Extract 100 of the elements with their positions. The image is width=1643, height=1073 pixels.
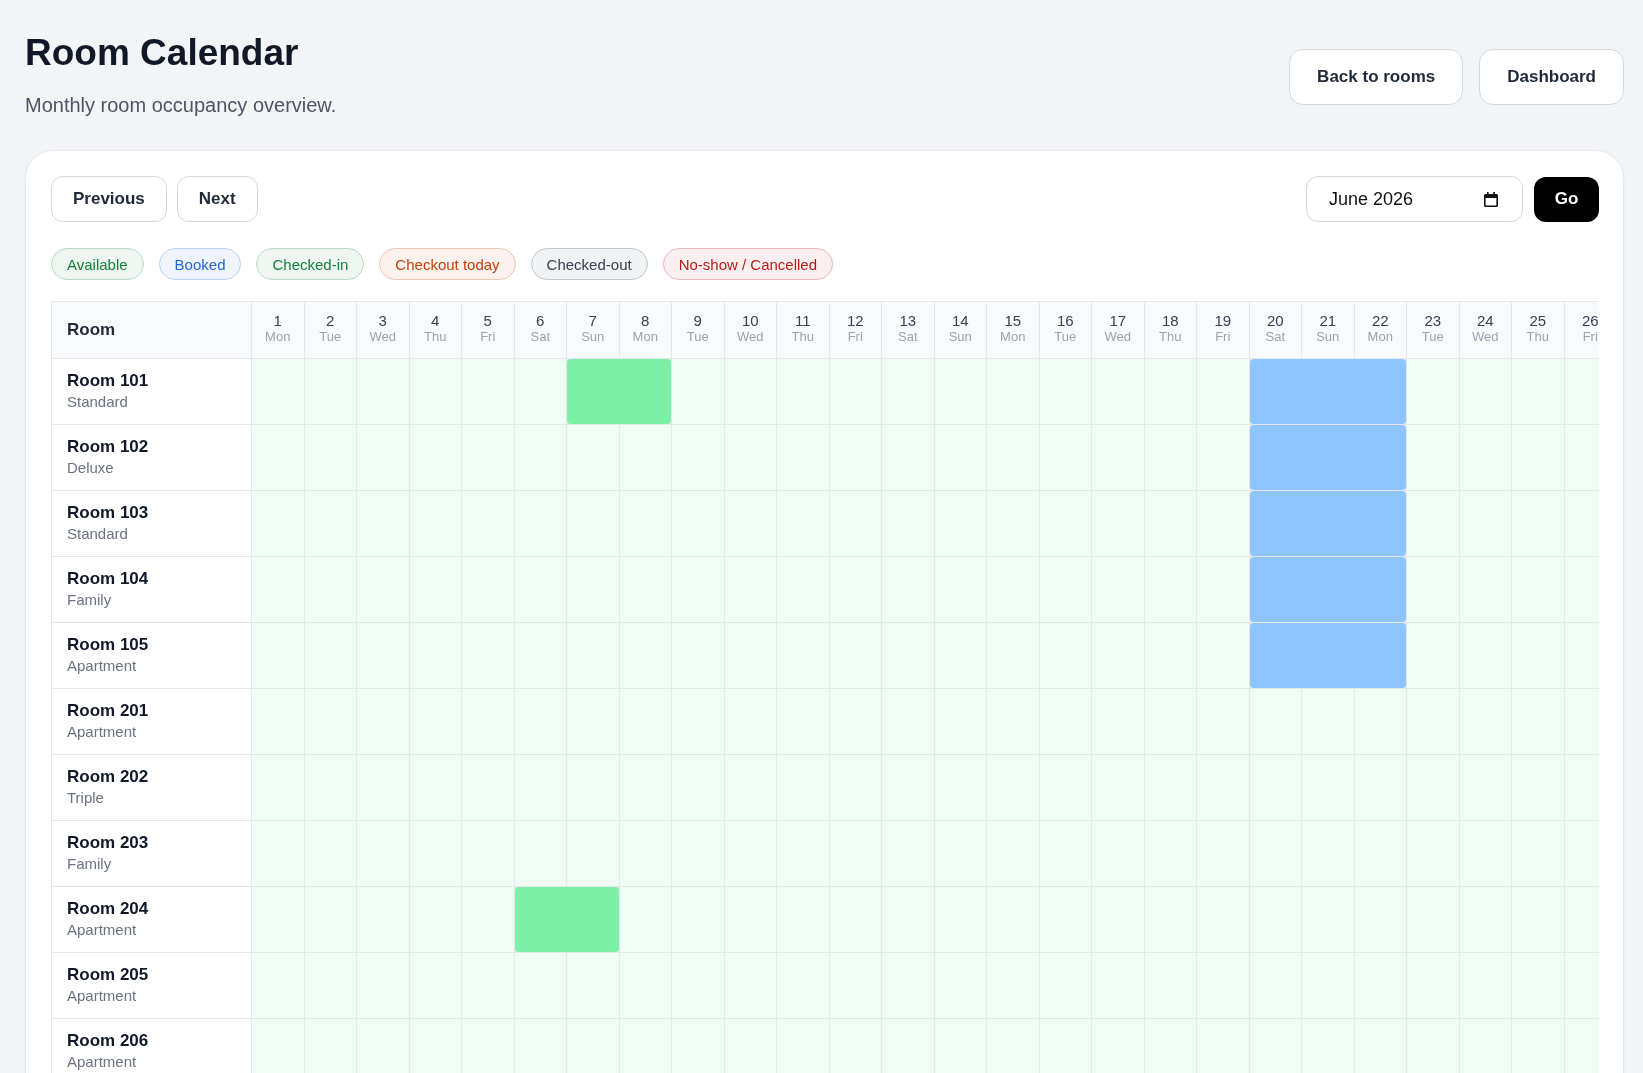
weekday-label: Wed: [1104, 328, 1131, 345]
day-cell: [1197, 491, 1249, 556]
weekday-label: Wed: [1472, 328, 1499, 345]
day-number: 21: [1319, 311, 1337, 329]
day-number: 2: [326, 311, 335, 329]
header-button[interactable]: Back to rooms: [1289, 49, 1464, 105]
room-type: Apartment: [67, 919, 138, 940]
column-header: Room: [52, 302, 251, 358]
weekday-label: Thu: [424, 328, 447, 345]
weekday-label: Fri: [1582, 328, 1598, 345]
room-type: Family: [67, 589, 113, 610]
day-number: 12: [846, 311, 864, 329]
room-type: Apartment: [67, 721, 138, 742]
room-name: Room 205: [67, 963, 150, 986]
weekday-label: Sat: [1265, 328, 1285, 345]
weekday-label: Wed: [737, 328, 764, 345]
weekday-label: Thu: [791, 328, 814, 345]
weekday-label: Fri: [1215, 328, 1231, 345]
weekday-label: Thu: [1159, 328, 1182, 345]
day-number: 26: [1581, 311, 1599, 329]
day-cell: [252, 821, 304, 886]
weekday-label: Tue: [686, 328, 709, 345]
calendar-icon[interactable]: [1484, 191, 1498, 207]
day-cell: [1407, 557, 1459, 622]
day-cell: [1407, 623, 1459, 688]
day-number: 4: [431, 311, 440, 329]
room-name: Room 202: [67, 765, 150, 788]
weekday-label: Sun: [1316, 328, 1340, 345]
day-number: 24: [1476, 311, 1494, 329]
day-number: 7: [588, 311, 597, 329]
room-type: Apartment: [67, 1051, 138, 1072]
day-cell: [1354, 689, 1406, 754]
room-name: Room 201: [67, 699, 150, 722]
day-number: 23: [1424, 311, 1442, 329]
day-cell: [1197, 623, 1249, 688]
day-number: 19: [1214, 311, 1232, 329]
day-cell: [462, 887, 514, 952]
weekday-label: Thu: [1526, 328, 1549, 345]
room-type: Apartment: [67, 985, 138, 1006]
room-name: Room 203: [67, 831, 150, 854]
header-button[interactable]: Dashboard: [1479, 49, 1624, 105]
day-cell: [1407, 491, 1459, 556]
day-number: 17: [1109, 311, 1127, 329]
legend-tag: No-show / Cancelled: [662, 248, 834, 280]
day-number: 16: [1056, 311, 1074, 329]
day-cell: [252, 755, 304, 820]
weekday-label: Mon: [632, 328, 658, 345]
day-cell: [252, 623, 304, 688]
weekday-label: Sun: [948, 328, 972, 345]
day-cell: [252, 1019, 304, 1073]
day-cell: [567, 425, 619, 490]
day-cell: [619, 821, 671, 886]
day-number: 6: [536, 311, 545, 329]
day-cell: [252, 689, 304, 754]
weekday-label: Tue: [1421, 328, 1444, 345]
day-cell: [252, 887, 304, 952]
day-cell: [1197, 425, 1249, 490]
day-cell: [514, 953, 566, 1018]
room-type: Apartment: [67, 655, 138, 676]
room-name: Room 103: [67, 501, 150, 524]
weekday-label: Mon: [1367, 328, 1393, 345]
legend-tag: Checked-in: [256, 248, 365, 280]
weekday-label: Fri: [480, 328, 496, 345]
day-cell: [514, 821, 566, 886]
day-cell: [567, 953, 619, 1018]
pager-button[interactable]: Next: [176, 176, 258, 222]
pager-button[interactable]: Previous: [51, 176, 167, 222]
room-name: Room 204: [67, 897, 150, 920]
go-button[interactable]: Go: [1534, 176, 1599, 222]
day-cell: [252, 557, 304, 622]
room-type: Deluxe: [67, 457, 115, 478]
day-number: 3: [378, 311, 387, 329]
day-number: 13: [899, 311, 917, 329]
legend-tag: Available: [51, 248, 144, 280]
day-number: 15: [1004, 311, 1022, 329]
day-number: 10: [741, 311, 759, 329]
weekday-label: Fri: [847, 328, 863, 345]
day-cell: [252, 491, 304, 556]
page-subtitle: Monthly room occupancy overview.: [25, 93, 337, 117]
day-cell: [1197, 557, 1249, 622]
legend-tag: Booked: [158, 248, 242, 280]
weekday-label: Wed: [369, 328, 396, 345]
day-number: 8: [641, 311, 650, 329]
day-number: 22: [1371, 311, 1389, 329]
room-type: Standard: [67, 523, 129, 544]
day-number: 20: [1266, 311, 1284, 329]
room-type: Standard: [67, 391, 129, 412]
room-type: Triple: [67, 787, 105, 808]
room-name: Room 206: [67, 1029, 150, 1052]
page-title: Room Calendar: [25, 31, 300, 75]
day-cell: [252, 425, 304, 490]
day-number: 11: [794, 311, 811, 329]
weekday-label: Sun: [581, 328, 605, 345]
day-number: 9: [693, 311, 702, 329]
day-cell: [619, 425, 671, 490]
day-number: 1: [273, 311, 282, 329]
month-field[interactable]: June 2026: [1306, 176, 1523, 222]
day-cell: [1407, 425, 1459, 490]
day-number: 18: [1161, 311, 1179, 329]
day-cell: [1249, 689, 1301, 754]
